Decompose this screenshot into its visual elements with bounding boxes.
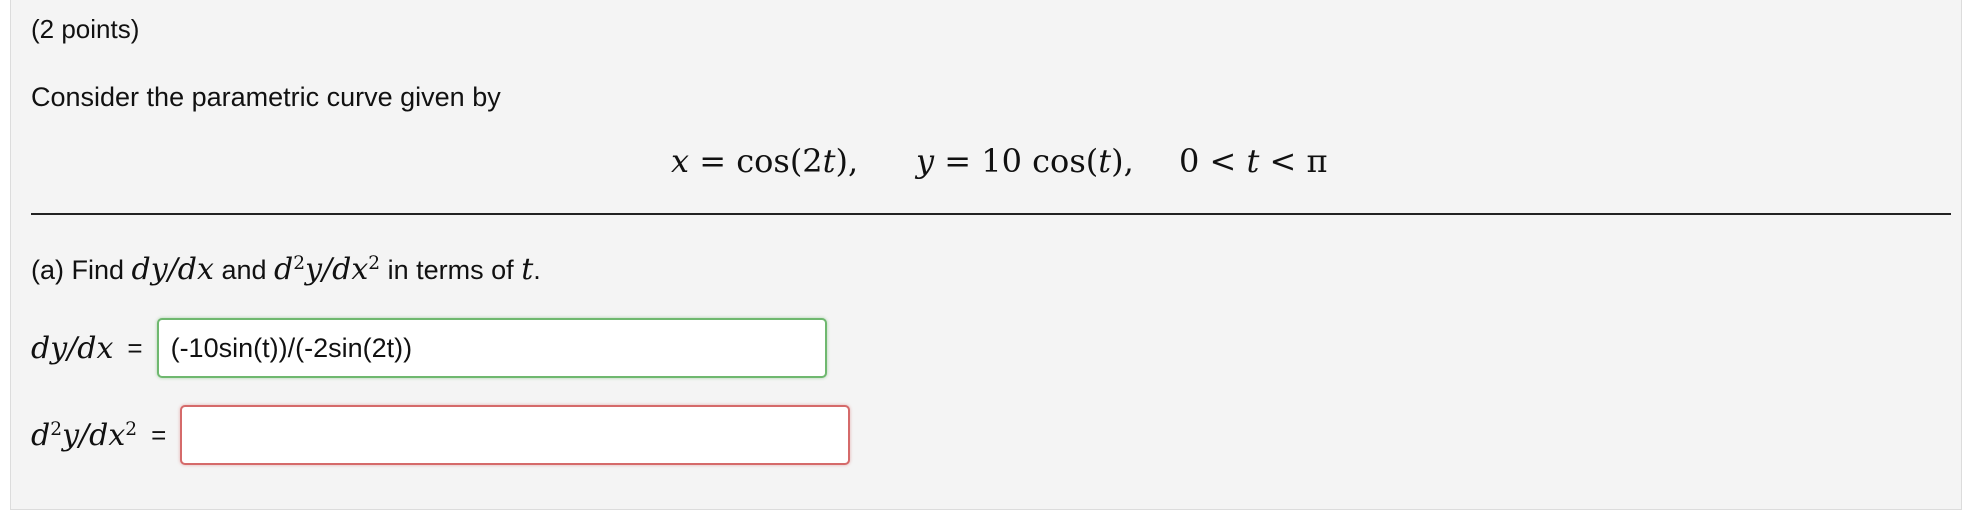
d2ydx2-label-base: d <box>31 417 51 453</box>
eq-y-op: = <box>944 142 972 180</box>
eq-x-op: = <box>699 142 727 180</box>
dydx-answer-input[interactable] <box>156 318 827 378</box>
problem-intro: Consider the parametric curve given by <box>31 82 501 112</box>
eq-t-right: < π <box>1269 142 1328 180</box>
part-a-prompt: (a) Find dy/dx and d2y/dx2 in terms of t… <box>31 252 541 287</box>
d2ydx2-equals: = <box>151 419 167 450</box>
equation-y: y = 10 cos(t), <box>916 142 1134 180</box>
eq-y-var: t <box>1098 142 1112 180</box>
part-a-prefix: (a) Find <box>31 255 125 285</box>
answer-row-d2ydx2: d2y/dx2 = <box>31 405 851 465</box>
eq-y-close: ), <box>1111 142 1134 180</box>
d2ydx2-label-exp2: 2 <box>125 418 138 440</box>
eq-y-lhs: y <box>916 142 935 180</box>
dydx-label: dy/dx <box>31 330 114 366</box>
part-a-d2: d2y/dx2 <box>274 252 380 287</box>
answer-row-dydx: dy/dx = <box>31 318 827 378</box>
d2ydx2-label: d2y/dx2 <box>31 418 137 453</box>
d2ydx2-label-exp: 2 <box>50 418 63 440</box>
eq-x-close: ), <box>835 142 859 180</box>
eq-t-left: 0 < <box>1179 142 1237 180</box>
eq-y-coef: 10 cos( <box>981 142 1099 180</box>
d2ydx2-label-mid: y/dx <box>62 417 126 453</box>
eq-x-lhs: x <box>671 142 690 180</box>
eq-t-var: t <box>1246 142 1260 180</box>
part-a-d1: dy/dx <box>131 252 214 287</box>
part-a-and: and <box>221 255 267 285</box>
eq-x-var: t <box>822 142 836 180</box>
dydx-equals: = <box>127 332 143 363</box>
divider <box>31 213 1951 215</box>
part-a-d2-base: d <box>274 252 294 287</box>
part-a-d2-exp2: 2 <box>368 252 381 274</box>
part-a-var: t <box>521 252 534 287</box>
part-a-d2-mid: y/dx <box>305 252 369 287</box>
equation-x: x = cos(2t), <box>671 142 858 180</box>
part-a-d2-exp: 2 <box>293 252 306 274</box>
points-label: (2 points) <box>31 14 140 44</box>
problem-panel: (2 points) Consider the parametric curve… <box>10 0 1962 510</box>
equation-domain: 0 < t < π <box>1179 142 1328 180</box>
part-a-suffix: in terms of <box>387 255 514 285</box>
eq-x-rhs: cos(2 <box>736 142 823 180</box>
d2ydx2-answer-input[interactable] <box>180 405 851 465</box>
part-a-period: . <box>533 255 541 285</box>
